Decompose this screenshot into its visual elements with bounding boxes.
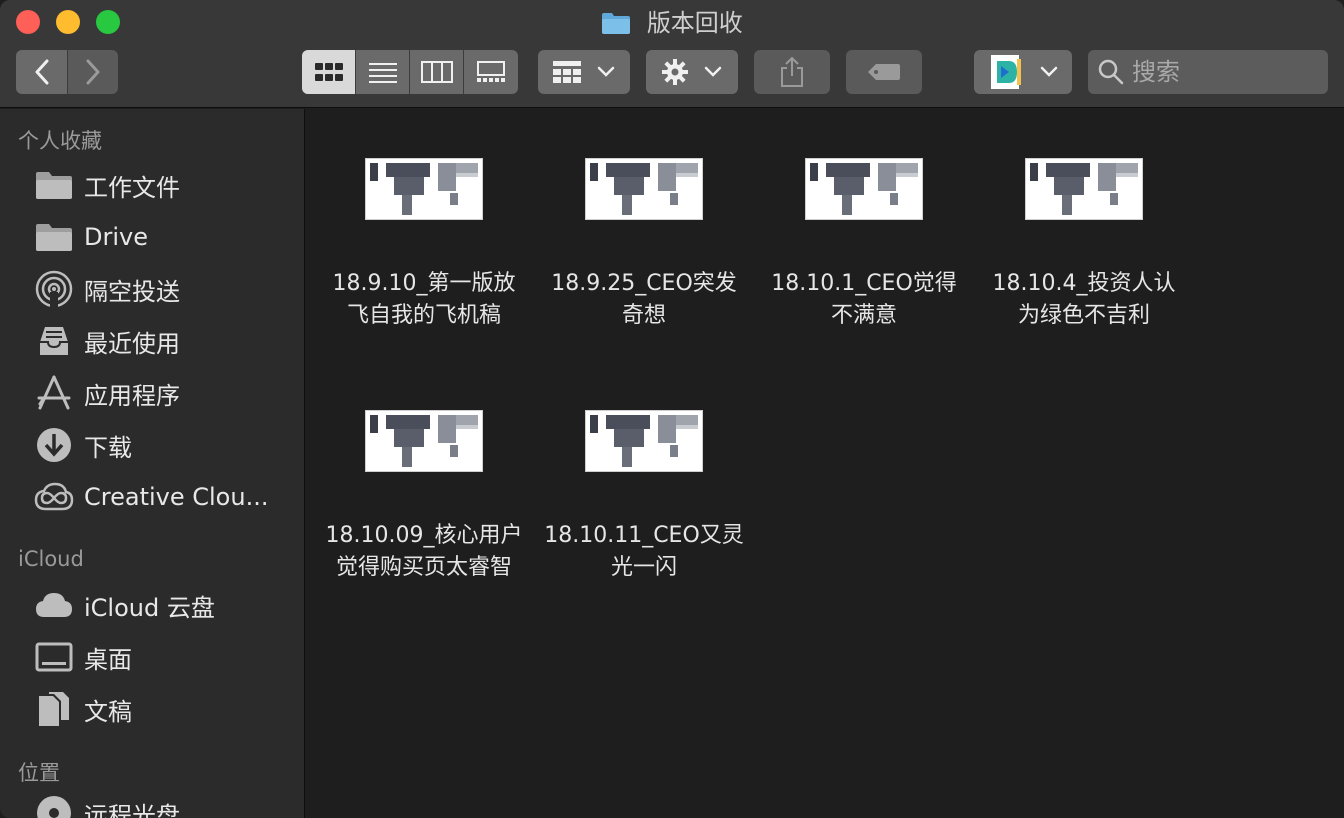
navigation-buttons (16, 50, 118, 94)
sidebar-item-drive[interactable]: Drive (34, 217, 294, 257)
group-by-button[interactable] (538, 50, 630, 94)
sidebar-item-label: Drive (84, 223, 148, 251)
file-grid: 18.9.10_第一版放 飞自我的飞机稿 18.9.25_CEO突发 奇想 18.1… (306, 109, 1344, 818)
sidebar-item-label: 桌面 (84, 645, 132, 674)
file-thumbnail (365, 158, 483, 220)
file-thumbnail (585, 158, 703, 220)
gear-icon (662, 59, 688, 85)
search-icon (1098, 59, 1124, 85)
column-view-button[interactable] (410, 50, 464, 94)
file-item[interactable]: 18.10.1_CEO觉得 不满意 (754, 158, 974, 332)
file-name: 18.10.09_核心用户 觉得购买页太睿智 (325, 523, 523, 580)
forward-button[interactable] (67, 50, 118, 94)
documents-icon (34, 689, 74, 729)
back-button[interactable] (16, 50, 67, 94)
action-button[interactable] (646, 50, 738, 94)
file-item[interactable]: 18.9.25_CEO突发 奇想 (534, 158, 754, 332)
cloud-icon (34, 585, 74, 625)
file-thumbnail (805, 158, 923, 220)
sidebar-item-work-files[interactable]: 工作文件 (34, 165, 294, 205)
sidebar-item-airdrop[interactable]: 隔空投送 (34, 269, 294, 309)
window-title: 版本回收 (0, 6, 1344, 44)
list-view-button[interactable] (356, 50, 410, 94)
file-name: 18.10.1_CEO觉得 不满意 (771, 271, 957, 328)
share-icon (781, 56, 803, 87)
chevron-down-icon (1040, 66, 1058, 77)
disc-icon (34, 793, 74, 818)
folder-icon (34, 217, 74, 257)
search-input[interactable] (1132, 58, 1312, 86)
sidebar-item-documents[interactable]: 文稿 (34, 689, 294, 729)
chevron-down-icon (704, 66, 722, 77)
download-icon (34, 425, 74, 465)
list-icon (368, 63, 397, 83)
sidebar-item-remote-disc[interactable]: 远程光盘 (34, 793, 294, 818)
airdrop-icon (34, 269, 74, 309)
grid-icon (314, 63, 343, 81)
tags-button[interactable] (846, 50, 922, 94)
sidebar-item-creative-cloud[interactable]: Creative Clou... (34, 477, 294, 517)
sidebar-section-locations: 位置 (18, 761, 60, 785)
file-item[interactable]: 18.10.09_核心用户 觉得购买页太睿智 (314, 410, 534, 584)
sidebar-item-label: 隔空投送 (84, 277, 180, 306)
folder-icon (34, 165, 74, 205)
share-button[interactable] (754, 50, 830, 94)
chevron-left-icon (35, 59, 48, 85)
file-item[interactable]: 18.9.10_第一版放 飞自我的飞机稿 (314, 158, 534, 332)
sidebar-item-desktop[interactable]: 桌面 (34, 637, 294, 677)
file-name: 18.10.4_投资人认 为绿色不吉利 (992, 271, 1176, 328)
applications-icon (34, 373, 74, 413)
toolbar: 版本回收 (0, 0, 1344, 108)
sidebar-item-icloud-drive[interactable]: iCloud 云盘 (34, 585, 294, 625)
finder-window: 版本回收 搜索 个人收藏 工作文件 Drive 隔空投送 最近使用 应用程序 下… (0, 0, 1344, 818)
view-mode-control (302, 50, 518, 94)
app-shortcut-button[interactable] (974, 50, 1072, 94)
gallery-icon (477, 61, 505, 82)
sidebar-section-icloud: iCloud (18, 547, 84, 571)
sidebar-item-label: 应用程序 (84, 381, 180, 410)
file-thumbnail (1025, 158, 1143, 220)
recents-icon (34, 321, 74, 361)
sidebar-item-label: 远程光盘 (84, 801, 180, 818)
icon-view-button[interactable] (302, 50, 356, 94)
gallery-view-button[interactable] (464, 50, 518, 94)
tag-icon (868, 64, 900, 80)
file-name: 18.9.10_第一版放 飞自我的飞机稿 (332, 271, 516, 328)
file-item[interactable]: 18.10.11_CEO又灵 光一闪 (534, 410, 754, 584)
folder-icon (601, 10, 631, 44)
grid-icon (553, 61, 581, 83)
file-name: 18.9.25_CEO突发 奇想 (551, 271, 737, 328)
creative-cloud-icon (34, 477, 74, 517)
file-item[interactable]: 18.10.4_投资人认 为绿色不吉利 (974, 158, 1194, 332)
sidebar-item-label: 最近使用 (84, 329, 180, 358)
sidebar-item-label: 工作文件 (84, 173, 180, 202)
sidebar-section-favorites: 个人收藏 (18, 129, 102, 153)
file-thumbnail (365, 410, 483, 472)
sidebar-item-applications[interactable]: 应用程序 (34, 373, 294, 413)
sidebar-item-label: 文稿 (84, 697, 132, 726)
window-title-text: 版本回收 (646, 9, 743, 37)
file-thumbnail (585, 410, 703, 472)
sidebar-item-label: 下载 (84, 433, 132, 462)
sidebar-item-label: Creative Clou... (84, 483, 269, 511)
sidebar: 个人收藏 工作文件 Drive 隔空投送 最近使用 应用程序 下载 Creati… (0, 109, 305, 818)
sidebar-item-downloads[interactable]: 下载 (34, 425, 294, 465)
chevron-right-icon (86, 59, 100, 85)
app-document-icon (991, 55, 1021, 89)
sidebar-item-label: iCloud 云盘 (84, 593, 215, 622)
desktop-icon (34, 637, 74, 677)
sidebar-item-recents[interactable]: 最近使用 (34, 321, 294, 361)
columns-icon (420, 61, 453, 83)
chevron-down-icon (597, 66, 615, 77)
file-name: 18.10.11_CEO又灵 光一闪 (544, 523, 744, 580)
search-field[interactable] (1088, 50, 1328, 94)
